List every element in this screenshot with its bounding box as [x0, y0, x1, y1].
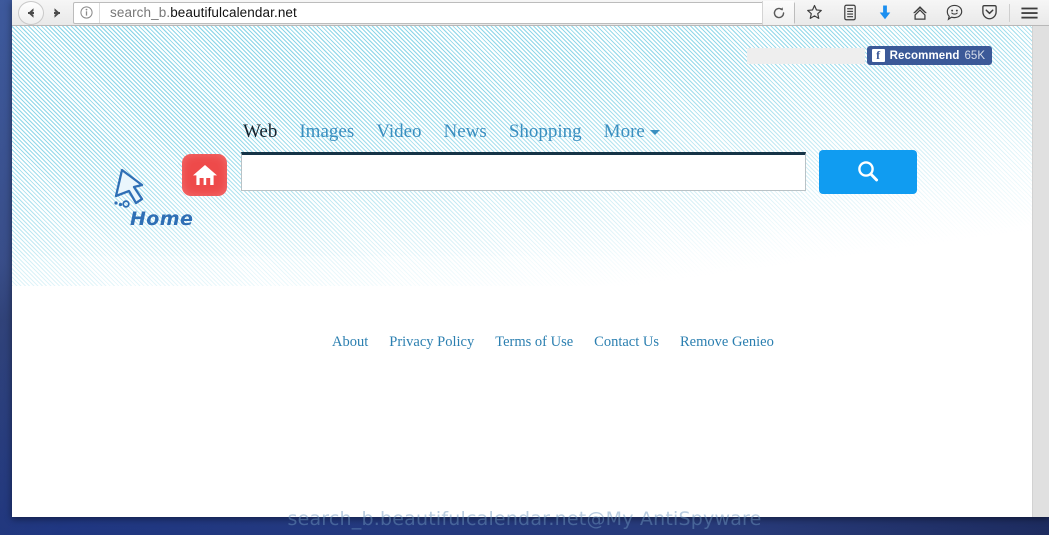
nav-item-more-label: More	[603, 121, 645, 142]
footer-links: About Privacy Policy Terms of Use Contac…	[332, 334, 774, 351]
nav-item-images[interactable]: Images	[299, 121, 354, 143]
logo-text: Home	[130, 208, 194, 230]
browser-toolbar-icons	[797, 0, 1049, 26]
info-icon	[80, 6, 93, 19]
chevron-down-icon	[649, 130, 660, 136]
url-host: beautifulcalendar.net	[170, 5, 297, 20]
house-glyph-icon	[192, 165, 217, 185]
browser-navigation-toolbar: search_b.beautifulcalendar.net	[12, 0, 1049, 26]
forward-button[interactable]	[45, 1, 69, 25]
cursor-arrow-icon	[114, 168, 144, 208]
footer-link-terms-of-use[interactable]: Terms of Use	[495, 334, 573, 351]
nav-item-shopping[interactable]: Shopping	[509, 121, 582, 143]
site-identity-button[interactable]	[74, 2, 100, 23]
url-prefix: search_b.	[110, 5, 171, 20]
footer-link-contact-us[interactable]: Contact Us	[594, 334, 659, 351]
feedback-smiley-icon[interactable]	[937, 0, 972, 26]
menu-icon[interactable]	[1012, 0, 1047, 26]
facebook-icon: f	[871, 49, 885, 62]
footer-link-privacy-policy[interactable]: Privacy Policy	[389, 334, 474, 351]
back-arrow-icon	[28, 7, 34, 18]
social-placeholder-box	[746, 47, 865, 64]
browser-window: search_b.beautifulcalendar.net f Recomme…	[12, 0, 1049, 517]
home-icon[interactable]	[902, 0, 937, 26]
facebook-recommend-count: 65K	[964, 49, 985, 62]
back-button[interactable]	[18, 0, 44, 25]
reload-icon	[773, 6, 784, 18]
page-scrollbar[interactable]	[1032, 26, 1049, 517]
downloads-icon[interactable]	[867, 0, 902, 26]
nav-item-more[interactable]: More	[604, 121, 660, 143]
site-logo[interactable]: Home	[112, 154, 232, 234]
forward-arrow-icon	[54, 7, 60, 18]
library-icon[interactable]	[832, 0, 867, 26]
pocket-icon[interactable]	[972, 0, 1007, 26]
search-page: f Recommend 65K Web Images Video News Sh…	[12, 26, 1032, 517]
house-icon[interactable]	[182, 154, 227, 196]
nav-item-video[interactable]: Video	[376, 121, 421, 143]
facebook-recommend-label: Recommend	[889, 49, 960, 62]
nav-item-news[interactable]: News	[444, 121, 487, 143]
address-bar[interactable]: search_b.beautifulcalendar.net	[73, 0, 795, 25]
nav-item-web[interactable]: Web	[243, 121, 277, 143]
search-magnifier-icon	[858, 161, 879, 182]
footer-link-remove-genieo[interactable]: Remove Genieo	[680, 334, 774, 351]
bookmark-star-icon[interactable]	[797, 0, 832, 26]
footer-link-about[interactable]: About	[332, 334, 368, 351]
url-text[interactable]: search_b.beautifulcalendar.net	[100, 5, 762, 20]
page-viewport: f Recommend 65K Web Images Video News Sh…	[12, 26, 1049, 517]
facebook-recommend-row: f Recommend 65K	[746, 46, 992, 65]
toolbar-divider	[1009, 3, 1010, 22]
site-navigation: Web Images Video News Shopping More	[243, 121, 660, 143]
facebook-recommend-button[interactable]: f Recommend 65K	[866, 46, 992, 65]
search-button[interactable]	[819, 150, 917, 194]
search-input[interactable]	[241, 152, 806, 191]
reload-button[interactable]	[762, 0, 794, 25]
